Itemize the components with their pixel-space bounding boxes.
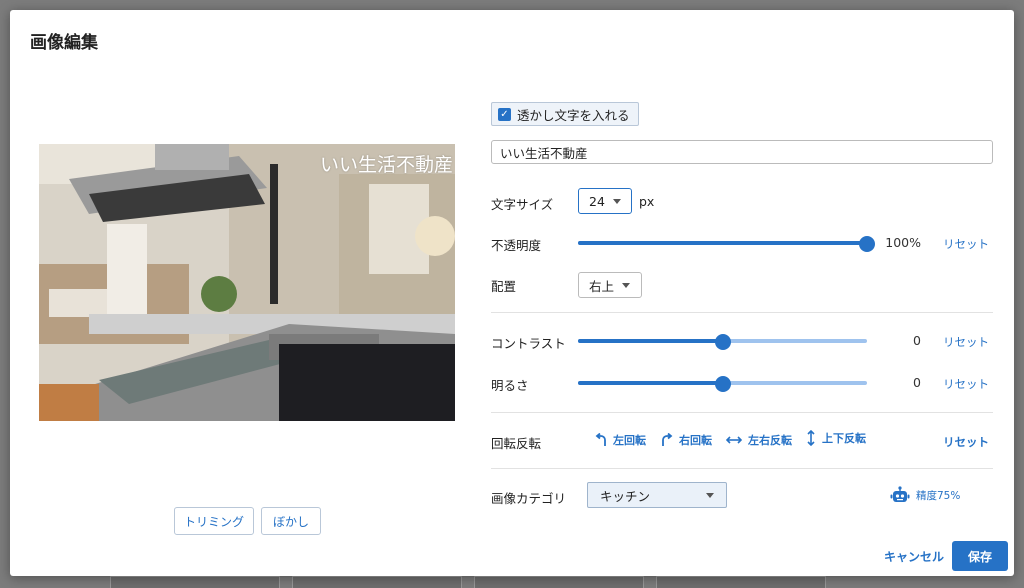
blur-button[interactable]: ぼかし	[261, 507, 321, 535]
contrast-reset-link[interactable]: リセット	[943, 334, 989, 350]
image-preview: いい生活不動産	[39, 144, 455, 421]
opacity-value: 100%	[885, 235, 921, 250]
flip-vertical-button[interactable]: 上下反転	[806, 430, 866, 446]
contrast-label: コントラスト	[491, 336, 566, 351]
watermark-toggle-label: 透かし文字を入れる	[517, 107, 630, 123]
category-select[interactable]: キッチン	[587, 482, 727, 508]
position-label: 配置	[491, 279, 517, 294]
contrast-value: 0	[913, 333, 921, 348]
section-divider	[491, 468, 993, 469]
flip-horizontal-icon	[726, 436, 742, 444]
ai-accuracy-text: 精度75%	[916, 489, 961, 502]
opacity-thumb[interactable]	[859, 236, 875, 252]
watermark-toggle[interactable]: ✓ 透かし文字を入れる	[491, 102, 639, 126]
brightness-fill	[578, 381, 723, 385]
chevron-down-icon	[706, 492, 714, 498]
rotate-left-icon	[595, 433, 606, 446]
chevron-down-icon	[612, 198, 621, 204]
position-select[interactable]: 右上	[578, 272, 642, 298]
opacity-label: 不透明度	[491, 238, 542, 253]
rotate-reset-link[interactable]: リセット	[943, 434, 989, 450]
rotate-left-label: 左回転	[613, 434, 646, 447]
flip-horizontal-button[interactable]: 左右反転	[726, 432, 792, 448]
category-label: 画像カテゴリ	[491, 491, 567, 506]
trim-button[interactable]: トリミング	[174, 507, 254, 535]
flip-vertical-icon	[807, 430, 815, 446]
background-thumbnail	[474, 576, 644, 588]
brightness-value: 0	[913, 375, 921, 390]
category-value: キッチン	[600, 488, 651, 504]
rotate-right-label: 右回転	[679, 434, 712, 447]
rotate-right-icon	[662, 433, 673, 446]
rotate-left-button[interactable]: 左回転	[595, 432, 646, 448]
dialog-title: 画像編集	[30, 33, 98, 53]
cancel-button[interactable]: キャンセル	[884, 548, 944, 565]
watermark-overlay: いい生活不動産	[319, 154, 453, 176]
save-button[interactable]: 保存	[952, 541, 1008, 571]
flip-vertical-label: 上下反転	[822, 432, 866, 445]
brightness-reset-link[interactable]: リセット	[943, 376, 989, 392]
background-thumbnail	[656, 576, 826, 588]
ai-accuracy-badge: 精度75%	[890, 486, 960, 504]
opacity-fill	[578, 241, 867, 245]
watermark-text-input[interactable]: いい生活不動産	[491, 140, 993, 164]
kitchen-photo	[39, 144, 455, 421]
image-edit-dialog: 画像編集 いい生活不動産 トリミング ぼかし ✓ 透かし文字を入れる いい生活不…	[10, 10, 1014, 576]
flip-horizontal-label: 左右反転	[748, 434, 792, 447]
section-divider	[491, 312, 993, 313]
contrast-thumb[interactable]	[714, 334, 731, 350]
font-size-value: 24	[589, 193, 605, 209]
background-thumbnail	[292, 576, 462, 588]
font-size-label: 文字サイズ	[491, 197, 554, 212]
section-divider	[491, 412, 993, 413]
background-thumbnails	[110, 576, 826, 588]
contrast-fill	[578, 339, 723, 343]
opacity-reset-link[interactable]: リセット	[943, 236, 989, 252]
font-size-unit: px	[639, 194, 655, 209]
background-thumbnail	[110, 576, 280, 588]
brightness-slider[interactable]	[578, 376, 867, 392]
contrast-slider[interactable]	[578, 334, 867, 350]
robot-icon	[890, 486, 910, 502]
opacity-slider[interactable]	[578, 236, 875, 252]
rotate-right-button[interactable]: 右回転	[661, 432, 712, 448]
rotate-label: 回転反転	[491, 436, 542, 451]
position-value: 右上	[589, 278, 615, 294]
checkbox-checked-icon[interactable]: ✓	[498, 107, 511, 121]
brightness-thumb[interactable]	[714, 376, 731, 392]
chevron-down-icon	[622, 282, 631, 288]
font-size-select[interactable]: 24	[578, 188, 632, 214]
brightness-label: 明るさ	[491, 378, 529, 393]
